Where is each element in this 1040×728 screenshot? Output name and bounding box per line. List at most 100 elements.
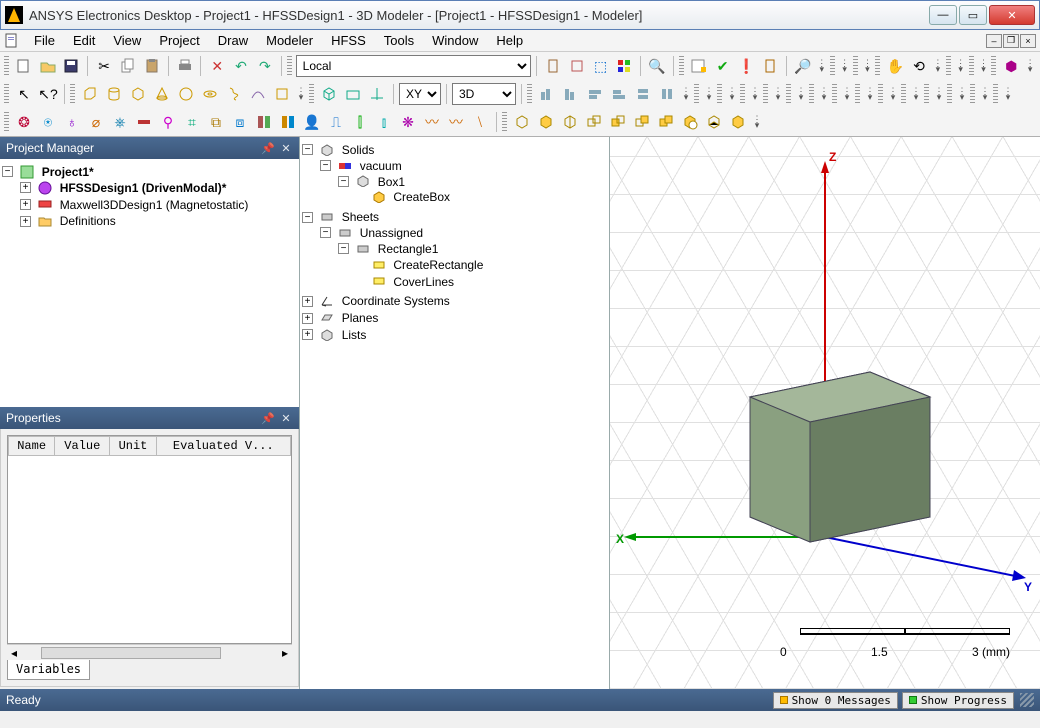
mode-dropdown[interactable]: 3D: [452, 83, 516, 105]
design-icon[interactable]: [253, 111, 275, 133]
toolbar-grip[interactable]: [947, 84, 952, 104]
tool-icon[interactable]: [613, 55, 635, 77]
collapse-icon[interactable]: −: [338, 176, 349, 187]
tree-item-unassigned[interactable]: − Unassigned − Rectangle1: [320, 224, 607, 291]
tree-item-lists[interactable]: + Lists: [302, 326, 607, 343]
toolbar-grip[interactable]: [786, 84, 791, 104]
mdi-restore-button[interactable]: ❐: [1003, 34, 1019, 48]
horizontal-scrollbar[interactable]: ◂ ▸: [7, 644, 292, 660]
boolean-subtract-icon[interactable]: [535, 111, 557, 133]
tab-variables[interactable]: Variables: [7, 660, 90, 680]
tool-icon[interactable]: [342, 83, 364, 105]
close-panel-icon[interactable]: ✕: [279, 141, 293, 155]
toolbar-grip[interactable]: [830, 56, 835, 76]
properties-table[interactable]: Name Value Unit Evaluated V...: [7, 435, 292, 644]
menu-hfss[interactable]: HFSS: [323, 31, 374, 50]
menu-modeler[interactable]: Modeler: [258, 31, 321, 50]
draw-bond-icon[interactable]: [247, 83, 269, 105]
boolean-icon[interactable]: [583, 111, 605, 133]
design-icon[interactable]: ❂: [13, 111, 35, 133]
cut-icon[interactable]: ✂: [93, 55, 115, 77]
collapse-icon[interactable]: −: [338, 243, 349, 254]
tool-icon[interactable]: ⬢: [1000, 55, 1022, 77]
coord-system-dropdown[interactable]: Local: [296, 55, 531, 77]
expand-icon[interactable]: +: [20, 182, 31, 193]
overflow-icon[interactable]: ⋮▾: [751, 116, 763, 128]
toolbar-grip[interactable]: [855, 84, 860, 104]
design-icon[interactable]: [277, 111, 299, 133]
col-evaluated[interactable]: Evaluated V...: [156, 437, 290, 456]
toolbar-grip[interactable]: [502, 112, 507, 132]
toolbar-grip[interactable]: [991, 56, 996, 76]
align-icon[interactable]: [560, 83, 582, 105]
mdi-minimize-button[interactable]: –: [986, 34, 1002, 48]
toolbar-grip[interactable]: [740, 84, 745, 104]
tree-item-solids[interactable]: − Solids − vacuum − Box1: [302, 141, 607, 208]
menu-tools[interactable]: Tools: [376, 31, 422, 50]
overflow-icon[interactable]: ⋮▾: [726, 88, 738, 100]
draw-box-icon[interactable]: [79, 83, 101, 105]
design-icon[interactable]: ⧈: [229, 111, 251, 133]
print-icon[interactable]: [174, 55, 196, 77]
toolbar-grip[interactable]: [4, 112, 9, 132]
toolbar-grip[interactable]: [970, 84, 975, 104]
expand-icon[interactable]: +: [20, 216, 31, 227]
draw-cylinder-icon[interactable]: [103, 83, 125, 105]
overflow-icon[interactable]: ⋮▾: [979, 88, 991, 100]
boolean-unite-icon[interactable]: [511, 111, 533, 133]
tool-icon[interactable]: [542, 55, 564, 77]
analyze-icon[interactable]: ❗: [736, 55, 758, 77]
overflow-icon[interactable]: ⋮▾: [839, 60, 851, 72]
toolbar-grip[interactable]: [694, 84, 699, 104]
overflow-icon[interactable]: ⋮▾: [862, 60, 874, 72]
boolean-icon[interactable]: [631, 111, 653, 133]
rotate-icon[interactable]: ⟲: [908, 55, 930, 77]
design-icon[interactable]: ❋: [397, 111, 419, 133]
check-icon[interactable]: ✔: [712, 55, 734, 77]
align-icon[interactable]: [632, 83, 654, 105]
col-unit[interactable]: Unit: [110, 437, 156, 456]
project-manager-tree[interactable]: − Project1* + HFSSDesign1 (DrivenModal)*…: [0, 159, 299, 407]
expand-icon[interactable]: +: [20, 199, 31, 210]
maximize-button[interactable]: ▭: [959, 5, 987, 25]
copy-icon[interactable]: [117, 55, 139, 77]
paste-icon[interactable]: [141, 55, 163, 77]
design-icon[interactable]: 👤: [301, 111, 323, 133]
viewport-3d[interactable]: Z X Y 0 1.5 3 (mm): [610, 137, 1040, 689]
design-icon[interactable]: ⌀: [85, 111, 107, 133]
toolbar-grip[interactable]: [717, 84, 722, 104]
overflow-icon[interactable]: ⋮▾: [978, 60, 990, 72]
expand-icon[interactable]: +: [302, 329, 313, 340]
model-tree[interactable]: − Solids − vacuum − Box1: [300, 137, 610, 689]
validate-icon[interactable]: [688, 55, 710, 77]
toolbar-grip[interactable]: [527, 84, 532, 104]
overflow-icon[interactable]: ⋮▾: [795, 88, 807, 100]
select-icon[interactable]: ↖: [13, 83, 35, 105]
design-icon[interactable]: ⎈: [109, 111, 131, 133]
undo-icon[interactable]: ↶: [230, 55, 252, 77]
design-icon[interactable]: [133, 111, 155, 133]
close-panel-icon[interactable]: ✕: [279, 411, 293, 425]
overflow-icon[interactable]: ⋮▾: [932, 60, 944, 72]
toolbar-grip[interactable]: [763, 84, 768, 104]
toolbar-grip[interactable]: [809, 84, 814, 104]
menu-project[interactable]: Project: [151, 31, 207, 50]
collapse-icon[interactable]: −: [2, 166, 13, 177]
toolbar-grip[interactable]: [287, 56, 292, 76]
magnify-icon[interactable]: 🔍: [646, 55, 668, 77]
new-icon[interactable]: [13, 55, 35, 77]
col-name[interactable]: Name: [9, 437, 55, 456]
align-icon[interactable]: [608, 83, 630, 105]
boolean-icon[interactable]: [727, 111, 749, 133]
boolean-icon[interactable]: [607, 111, 629, 133]
close-button[interactable]: ✕: [989, 5, 1035, 25]
draw-torus-icon[interactable]: [199, 83, 221, 105]
toolbar-grip[interactable]: [993, 84, 998, 104]
tree-item-planes[interactable]: + Planes: [302, 309, 607, 326]
mdi-close-button[interactable]: ×: [1020, 34, 1036, 48]
toolbar-grip[interactable]: [70, 84, 75, 104]
overflow-icon[interactable]: ⋮▾: [864, 88, 876, 100]
toolbar-grip[interactable]: [875, 56, 880, 76]
expand-icon[interactable]: +: [302, 313, 313, 324]
redo-icon[interactable]: ↷: [254, 55, 276, 77]
